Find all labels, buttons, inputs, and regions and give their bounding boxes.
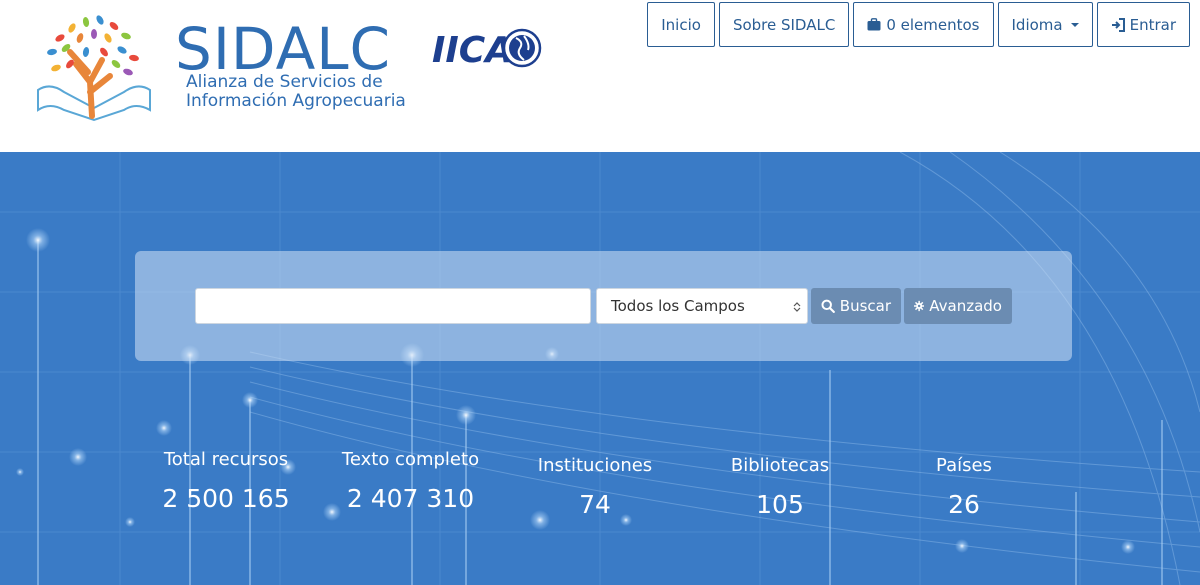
hero-section: Todos los Campos Buscar Avanzado Total r… <box>0 152 1200 585</box>
search-icon <box>821 299 835 313</box>
nav-sobre-button[interactable]: Sobre SIDALC <box>718 2 850 47</box>
stat-bibliotecas: Bibliotecas 105 <box>710 455 850 519</box>
stat-value: 105 <box>756 490 804 519</box>
nav-idioma-dropdown[interactable]: Idioma <box>997 2 1093 47</box>
nav-inicio-label: Inicio <box>661 15 701 34</box>
site-subtitle: Alianza de Servicios de Información Agro… <box>186 73 406 111</box>
search-button[interactable]: Buscar <box>811 288 901 324</box>
search-input[interactable] <box>195 288 591 324</box>
search-field-select[interactable]: Todos los Campos <box>596 288 808 324</box>
site-title[interactable]: SIDALC <box>175 18 391 80</box>
subtitle-line-2: Información Agropecuaria <box>186 91 406 111</box>
stat-value: 2 407 310 <box>346 484 475 513</box>
nav-entrar-label: Entrar <box>1129 15 1176 34</box>
advanced-search-button[interactable]: Avanzado <box>904 288 1012 324</box>
hero-background-decoration <box>0 152 1200 585</box>
nav-cart-button[interactable]: 0 elementos <box>853 2 994 47</box>
subtitle-line-1: Alianza de Servicios de <box>186 72 383 92</box>
stat-value: 26 <box>948 490 980 519</box>
stat-value: 2 500 165 <box>162 484 290 513</box>
main-nav: Inicio Sobre SIDALC 0 elementos Idioma E… <box>647 2 1190 47</box>
stat-instituciones: Instituciones 74 <box>520 455 670 519</box>
site-header: SIDALC Alianza de Servicios de Informaci… <box>0 0 1200 152</box>
iica-logo-icon[interactable]: IICA <box>432 24 542 72</box>
stat-paises: Países 26 <box>900 455 1028 519</box>
nav-entrar-button[interactable]: Entrar <box>1096 2 1190 47</box>
stat-texto-completo: Texto completo 2 407 310 <box>328 449 493 513</box>
sidalc-tree-logo-icon[interactable] <box>30 12 158 122</box>
iica-logo-text: IICA <box>432 30 513 71</box>
stat-label: Países <box>936 455 992 476</box>
stat-total-recursos: Total recursos 2 500 165 <box>146 449 306 513</box>
nav-inicio-button[interactable]: Inicio <box>647 2 715 47</box>
search-panel: Todos los Campos Buscar Avanzado <box>135 251 1072 361</box>
advanced-search-label: Avanzado <box>929 297 1002 315</box>
sign-in-icon <box>1111 17 1125 32</box>
select-arrows-icon <box>793 302 801 312</box>
nav-idioma-label: Idioma <box>1011 15 1063 34</box>
stat-label: Total recursos <box>163 449 289 470</box>
gear-icon <box>914 300 925 312</box>
stat-value: 74 <box>579 490 611 519</box>
search-button-label: Buscar <box>839 297 891 315</box>
caret-down-icon <box>1070 22 1079 27</box>
search-field-selected-label: Todos los Campos <box>611 297 745 315</box>
stat-label: Instituciones <box>537 455 653 476</box>
nav-cart-label: 0 elementos <box>886 15 980 34</box>
stat-label: Bibliotecas <box>730 455 830 476</box>
stat-label: Texto completo <box>341 449 480 470</box>
briefcase-icon <box>867 18 881 31</box>
nav-sobre-label: Sobre SIDALC <box>732 15 836 34</box>
